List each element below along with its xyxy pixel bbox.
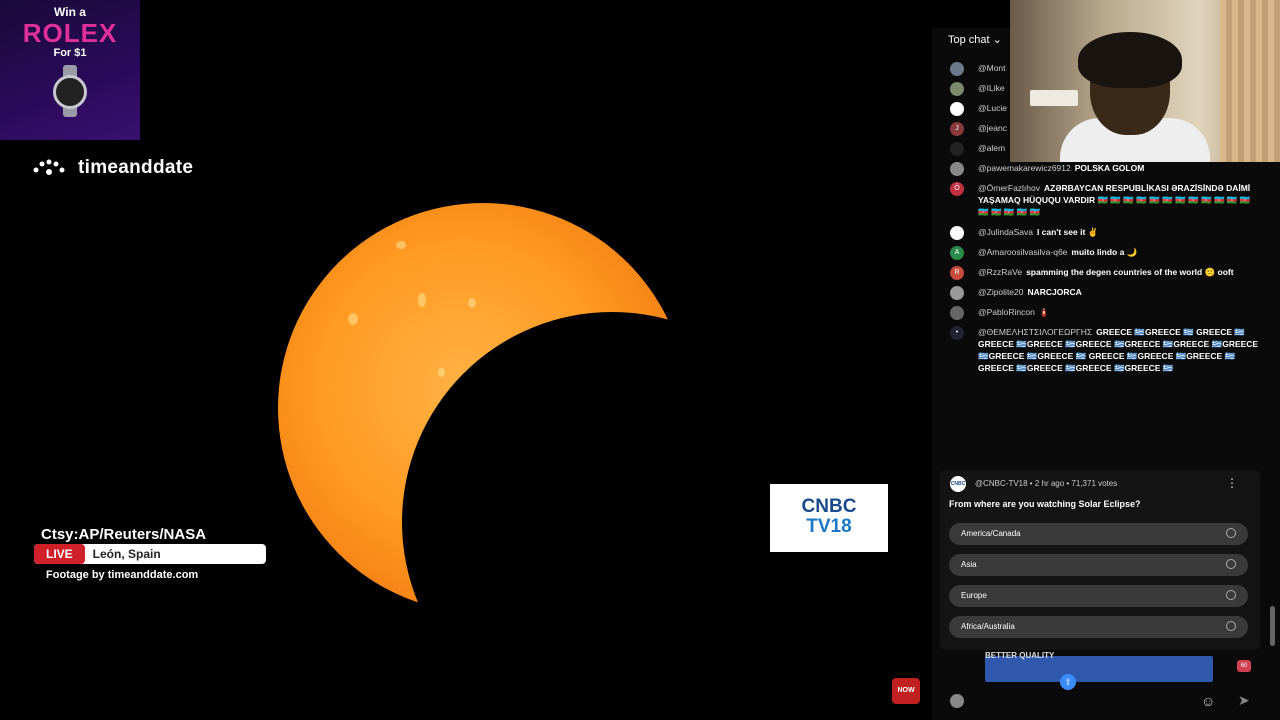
- my-avatar: [950, 694, 964, 708]
- avatar[interactable]: [950, 306, 964, 320]
- chat-text: spamming the degen countries of the worl…: [1026, 267, 1234, 277]
- webcam-overlay: [1010, 0, 1280, 162]
- chat-text: POLSKA GOLOM: [1074, 163, 1145, 173]
- chat-text: NARCJORCA: [1027, 287, 1082, 297]
- avatar[interactable]: A: [950, 246, 964, 260]
- poll-option-1[interactable]: America/Canada: [949, 523, 1248, 545]
- chat-text: 🧯: [1038, 307, 1050, 317]
- chat-author[interactable]: @alem: [978, 143, 1005, 153]
- avatar[interactable]: Ö: [950, 182, 964, 196]
- more-options-icon[interactable]: ⋮: [1226, 476, 1238, 490]
- chat-message[interactable]: • @ΘΕΜΕΛΗΣΤΣΙΛΟΓΕΩΡΓΗΣ GREECE 🇬🇷GREECE 🇬🇷 …: [940, 326, 1260, 374]
- selection-handle-icon[interactable]: ⇧: [1060, 674, 1076, 690]
- chat-author[interactable]: @pawemakarewicz6912: [978, 163, 1071, 173]
- watch-icon: [53, 65, 87, 117]
- chat-author[interactable]: @ΘΕΜΕΛΗΣΤΣΙΛΟΓΕΩΡΓΗΣ: [978, 327, 1092, 337]
- emoji-icon[interactable]: ☺: [1201, 693, 1215, 709]
- avatar[interactable]: [950, 286, 964, 300]
- avatar[interactable]: [950, 162, 964, 176]
- chevron-down-icon: ⌄: [992, 34, 1002, 46]
- chat-message[interactable]: @Zipolite20 NARCJORCA: [940, 286, 1260, 300]
- chat-message[interactable]: @PabloRincon 🧯: [940, 306, 1260, 320]
- poll-card: CNBC @CNBC-TV18 • 2 hr ago • 71,371 vote…: [940, 470, 1260, 650]
- chat-author[interactable]: @PabloRincon: [978, 307, 1035, 317]
- chat-author[interactable]: @ILike: [978, 83, 1005, 93]
- ad-line-3: For $1: [53, 47, 87, 59]
- chat-message[interactable]: R @RzzRaVe spamming the degen countries of…: [940, 266, 1260, 280]
- avatar[interactable]: [950, 62, 964, 76]
- radio-icon: [1226, 559, 1236, 569]
- moon-disc: [402, 312, 822, 720]
- live-badge: LIVE: [34, 544, 85, 564]
- poll-option-4[interactable]: Africa/Australia: [949, 616, 1248, 638]
- avatar[interactable]: J: [950, 122, 964, 136]
- poll-option-2[interactable]: Asia: [949, 554, 1248, 576]
- channel-avatar: CNBC: [950, 476, 966, 492]
- cnbc-line-2: TV18: [806, 516, 852, 537]
- avatar[interactable]: R: [950, 266, 964, 280]
- chat-author[interactable]: @jeanc: [978, 123, 1007, 133]
- source-credit: Ctsy:AP/Reuters/NASA: [41, 526, 207, 543]
- location-label: León, Spain: [92, 547, 161, 561]
- chat-input[interactable]: BETTER QUALITY: [985, 651, 1215, 684]
- now-badge[interactable]: NOW: [892, 678, 920, 704]
- stream-screen: Win a ROLEX For $1 timeanddate Ctsy:AP/R…: [0, 0, 1280, 720]
- char-counter: 60: [1237, 660, 1251, 672]
- chat-author[interactable]: @Lucie: [978, 103, 1007, 113]
- footage-credit: Footage by timeanddate.com: [46, 569, 199, 581]
- avatar[interactable]: [950, 102, 964, 116]
- avatar[interactable]: [950, 226, 964, 240]
- chat-message[interactable]: Ö @ÖmerFazlıhov AZƏRBAYCAN RESPUBLİKASI ƏR…: [940, 182, 1260, 218]
- timeanddate-logo: timeanddate: [32, 157, 193, 179]
- chat-author[interactable]: @Zipolite20: [978, 287, 1023, 297]
- chat-author[interactable]: @ÖmerFazlıhov: [978, 183, 1040, 193]
- logo-text: timeanddate: [78, 157, 194, 178]
- chat-text: I can't see it ✌: [1036, 227, 1099, 237]
- chat-message[interactable]: A @Amaroosilvasilva-q6e muito lindo a 🌙: [940, 246, 1260, 260]
- chat-input-text: BETTER QUALITY: [985, 651, 1055, 660]
- radio-icon: [1226, 621, 1236, 631]
- chat-author[interactable]: @Mont: [978, 63, 1006, 73]
- live-location-bar: LIVE León, Spain: [34, 544, 266, 564]
- radio-icon: [1226, 528, 1236, 538]
- avatar[interactable]: [950, 82, 964, 96]
- avatar[interactable]: [950, 142, 964, 156]
- cnbc-tv18-logo: CNBC TV18: [770, 484, 888, 552]
- chat-author[interactable]: @Amaroosilvasilva-q6e: [978, 247, 1067, 257]
- poll-option-3[interactable]: Europe: [949, 585, 1248, 607]
- poll-header: @CNBC-TV18 • 2 hr ago • 71,371 votes: [975, 479, 1118, 488]
- chat-mode-dropdown[interactable]: Top chat ⌄: [948, 33, 1002, 47]
- chat-scrollbar[interactable]: [1270, 606, 1275, 646]
- ad-line-2: ROLEX: [22, 18, 118, 48]
- rolex-ad[interactable]: Win a ROLEX For $1: [0, 0, 140, 140]
- chat-author[interactable]: @RzzRaVe: [978, 267, 1022, 277]
- chat-mode-label: Top chat: [948, 33, 990, 46]
- chat-author[interactable]: @JulindaSava: [978, 227, 1033, 237]
- poll-question: From where are you watching Solar Eclips…: [949, 499, 1141, 509]
- cnbc-line-1: CNBC: [801, 496, 857, 517]
- ad-line-1: Win a: [54, 5, 86, 19]
- radio-icon: [1226, 590, 1236, 600]
- send-icon[interactable]: ➤: [1238, 692, 1250, 709]
- timeanddate-logo-icon: [33, 159, 65, 175]
- chat-message[interactable]: @pawemakarewicz6912 POLSKA GOLOM: [940, 162, 1260, 176]
- chat-message[interactable]: @JulindaSava I can't see it ✌: [940, 226, 1260, 240]
- avatar[interactable]: •: [950, 326, 964, 340]
- chat-text: muito lindo a 🌙: [1071, 247, 1138, 257]
